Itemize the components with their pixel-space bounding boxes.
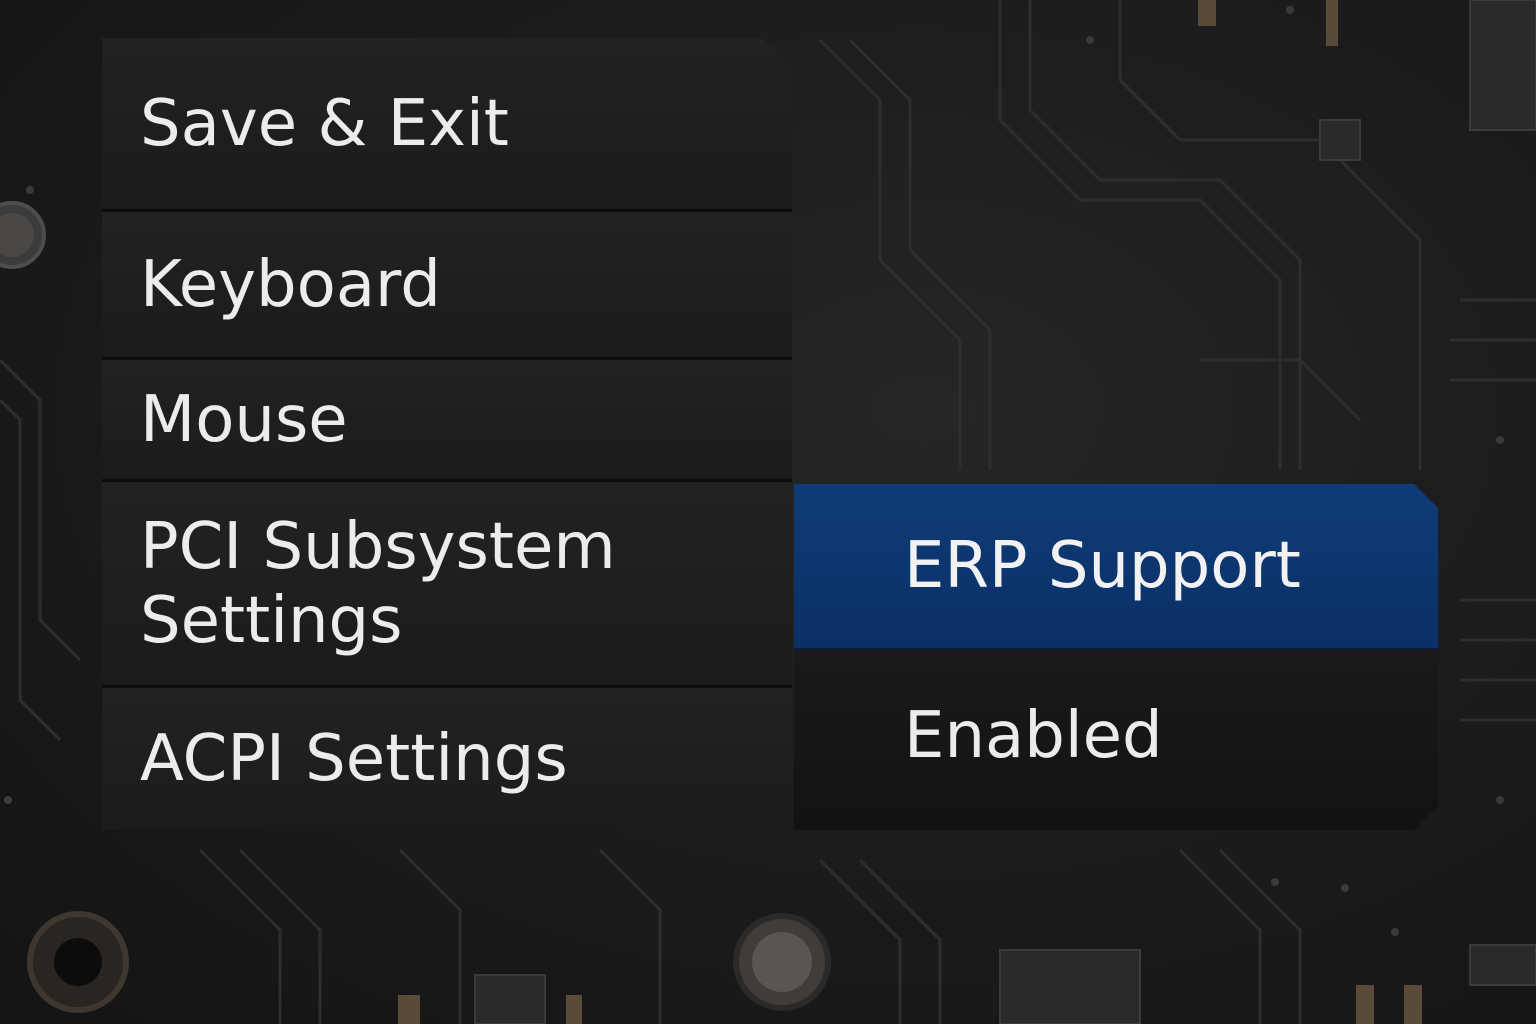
erp-support-label: ERP Support xyxy=(904,529,1301,603)
menu-item-pci-subsystem-settings[interactable]: PCI Subsystem Settings xyxy=(102,482,792,688)
menu-item-label: Keyboard xyxy=(140,247,441,322)
menu-item-label-line1: PCI Subsystem xyxy=(140,509,616,584)
screen: Save & Exit Keyboard Mouse PCI Subsystem… xyxy=(0,0,1536,1024)
menu-item-save-exit[interactable]: Save & Exit xyxy=(102,38,792,212)
menu-item-acpi-settings[interactable]: ACPI Settings xyxy=(102,688,792,830)
erp-support-option[interactable]: ERP Support xyxy=(794,484,1438,650)
menu-item-label: PCI Subsystem Settings xyxy=(140,510,616,658)
menu-item-label: Mouse xyxy=(140,382,348,457)
erp-support-value-label: Enabled xyxy=(904,699,1163,773)
menu-item-label: ACPI Settings xyxy=(140,722,568,796)
menu-item-label: Save & Exit xyxy=(140,86,509,161)
menu-item-mouse[interactable]: Mouse xyxy=(102,360,792,482)
menu-item-label-line2: Settings xyxy=(140,583,403,658)
erp-support-submenu: ERP Support Enabled xyxy=(794,484,1438,830)
bios-menu-panel: Save & Exit Keyboard Mouse PCI Subsystem… xyxy=(102,38,792,830)
menu-item-keyboard[interactable]: Keyboard xyxy=(102,212,792,360)
erp-support-value[interactable]: Enabled xyxy=(794,650,1438,830)
